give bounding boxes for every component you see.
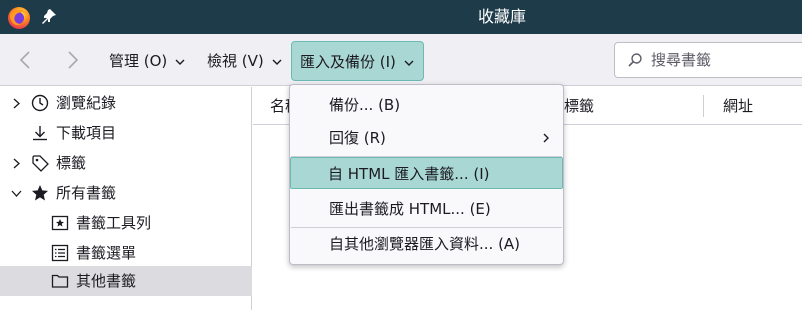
menu-item-label: 自其他瀏覽器匯入資料... (A) <box>329 235 521 253</box>
forward-arrow-icon <box>68 51 79 69</box>
bookmarks-menu-icon <box>51 244 69 262</box>
chevron-down-icon[interactable] <box>11 188 22 199</box>
tree-item-bookmarks-toolbar[interactable]: 書籤工具列 <box>0 208 252 238</box>
search-placeholder: 搜尋書籤 <box>651 51 712 69</box>
menu-item-export-html[interactable]: 匯出書籤成 HTML... (E) <box>291 193 562 225</box>
chevron-right-icon <box>543 133 549 143</box>
chevron-right-icon[interactable] <box>11 158 22 169</box>
organize-menu-button[interactable]: 管理 (O) <box>101 41 194 81</box>
menu-item-label: 備份... (B) <box>329 96 401 114</box>
organize-label: 管理 (O) <box>109 52 168 70</box>
forward-button[interactable] <box>58 46 86 74</box>
tree-item-history[interactable]: 瀏覽紀錄 <box>0 88 252 118</box>
bookmarks-toolbar-icon <box>51 215 69 231</box>
library-toolbar: 管理 (O) 檢視 (V) 匯入及備份 (I) 搜尋書籤 <box>0 34 802 86</box>
import-backup-label: 匯入及備份 (I) <box>300 53 396 71</box>
star-icon <box>32 185 48 201</box>
history-clock-icon <box>31 94 49 112</box>
tag-icon <box>32 155 49 172</box>
tree-item-label: 所有書籤 <box>56 184 117 202</box>
library-sidebar-tree: 瀏覽紀錄 下載項目 標籤 所有書籤 書籤工具列 書籤選單 其他書籤 <box>0 87 252 310</box>
tree-item-label: 書籤工具列 <box>76 214 152 232</box>
tree-item-downloads[interactable]: 下載項目 <box>0 118 252 148</box>
menu-item-restore[interactable]: 回復 (R) <box>291 122 562 154</box>
search-icon <box>628 53 642 67</box>
back-arrow-icon <box>19 51 30 69</box>
menu-item-import-other-browser[interactable]: 自其他瀏覽器匯入資料... (A) <box>291 228 562 260</box>
menu-item-label: 匯出書籤成 HTML... (E) <box>329 200 491 218</box>
import-backup-dropdown-menu: 備份... (B) 回復 (R) 自 HTML 匯入書籤... (I) 匯出書籤… <box>289 84 564 265</box>
title-bar: 收藏庫 <box>0 0 802 34</box>
tree-item-bookmarks-menu[interactable]: 書籤選單 <box>0 238 252 268</box>
views-menu-button[interactable]: 檢視 (V) <box>199 41 291 81</box>
menu-item-import-html[interactable]: 自 HTML 匯入書籤... (I) <box>290 157 563 189</box>
chevron-down-icon <box>272 59 282 65</box>
back-button[interactable] <box>12 46 40 74</box>
import-backup-menu-button[interactable]: 匯入及備份 (I) <box>291 41 424 81</box>
folder-icon <box>51 274 69 288</box>
chevron-down-icon <box>175 59 185 65</box>
column-divider[interactable] <box>703 95 704 117</box>
tree-item-label: 其他書籤 <box>76 272 137 290</box>
menu-item-backup[interactable]: 備份... (B) <box>291 89 562 121</box>
search-bookmarks-input[interactable]: 搜尋書籤 <box>614 42 802 78</box>
column-header-location[interactable]: 網址 <box>723 87 753 125</box>
chevron-right-icon[interactable] <box>11 98 22 109</box>
tree-item-label: 瀏覽紀錄 <box>56 94 117 112</box>
tree-item-other-bookmarks[interactable]: 其他書籤 <box>0 266 252 296</box>
tree-item-all-bookmarks[interactable]: 所有書籤 <box>0 178 252 208</box>
column-header-tags[interactable]: 標籤 <box>564 87 594 125</box>
chevron-down-icon <box>404 60 414 66</box>
tree-item-label: 下載項目 <box>56 124 117 142</box>
tree-item-tags[interactable]: 標籤 <box>0 148 252 178</box>
window-title: 收藏庫 <box>478 7 527 26</box>
tree-item-label: 標籤 <box>56 154 87 172</box>
menu-item-label: 自 HTML 匯入書籤... (I) <box>328 165 490 183</box>
tree-item-label: 書籤選單 <box>76 244 137 262</box>
views-label: 檢視 (V) <box>207 52 264 70</box>
download-icon <box>33 126 47 141</box>
menu-item-label: 回復 (R) <box>329 129 386 147</box>
